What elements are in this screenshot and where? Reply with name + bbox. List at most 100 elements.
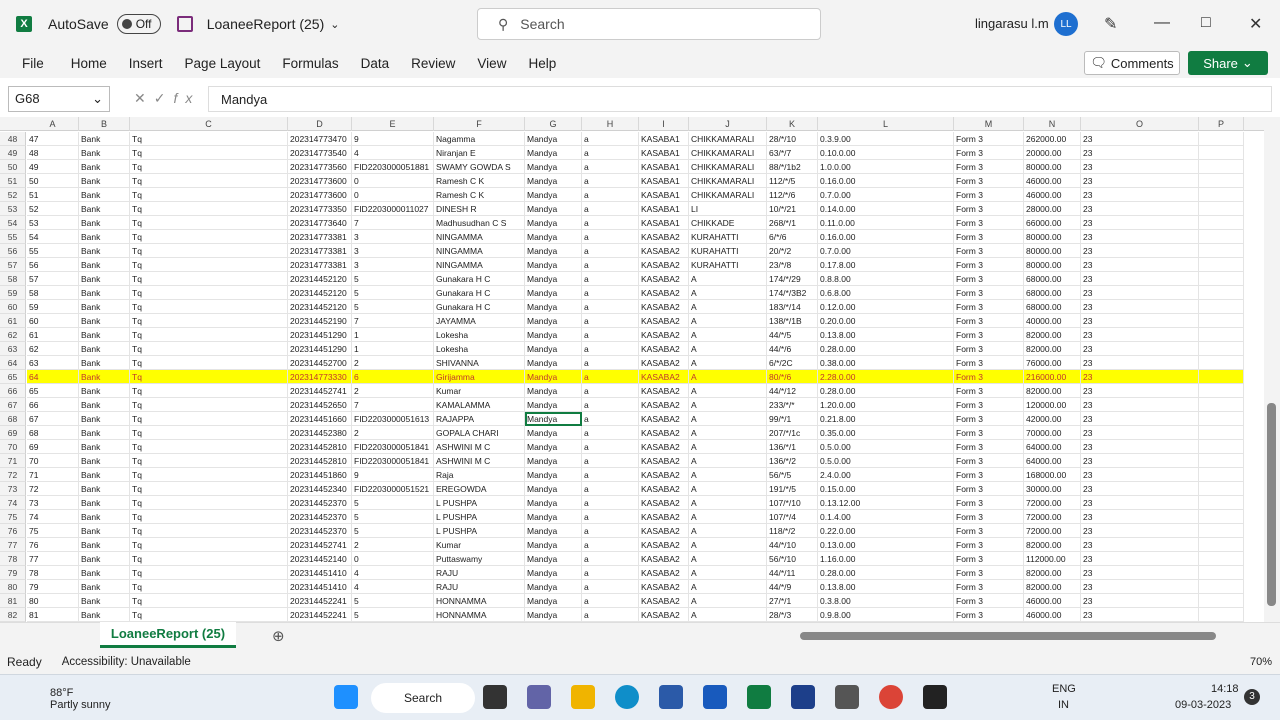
cell-n[interactable]: 72000.00 [1024,524,1081,538]
cell-p[interactable] [1199,440,1244,454]
cell-f[interactable]: NINGAMMA [434,244,525,258]
cell-i[interactable]: KASABA2 [639,356,689,370]
cell-f[interactable]: KAMALAMMA [434,398,525,412]
column-header-l[interactable]: L [818,117,954,131]
cell-h[interactable]: a [582,300,639,314]
cell-e[interactable]: 5 [352,524,434,538]
cell-d[interactable]: 202314451860 [288,468,352,482]
menu-file[interactable]: File [22,56,44,71]
cell-m[interactable]: Form 3 [954,482,1024,496]
cell-j[interactable]: A [689,412,767,426]
cell-d[interactable]: 202314452741 [288,538,352,552]
cell-l[interactable]: 0.17.8.00 [818,258,954,272]
cell-o[interactable]: 23 [1081,216,1199,230]
cell-h[interactable]: a [582,230,639,244]
cell-o[interactable]: 23 [1081,454,1199,468]
cell-d[interactable]: 202314452241 [288,594,352,608]
cell-f[interactable]: HONNAMMA [434,608,525,622]
cell-o[interactable]: 23 [1081,230,1199,244]
cell-f[interactable]: L PUSHPA [434,524,525,538]
cell-p[interactable] [1199,356,1244,370]
cell-c[interactable]: Tq [130,230,288,244]
cell-k[interactable]: 10/*/21 [767,202,818,216]
cell-n[interactable]: 64000.00 [1024,454,1081,468]
cell-e[interactable]: 0 [352,188,434,202]
cell-c[interactable]: Tq [130,468,288,482]
cell-h[interactable]: a [582,174,639,188]
cell-a[interactable]: 54 [27,230,79,244]
cell-b[interactable]: Bank [79,398,130,412]
cell-a[interactable]: 70 [27,454,79,468]
column-header-a[interactable]: A [27,117,79,131]
cell-g[interactable]: Mandya [525,370,582,384]
cell-l[interactable]: 1.16.0.00 [818,552,954,566]
cell-e[interactable]: 0 [352,174,434,188]
cell-k[interactable]: 20/*/2 [767,244,818,258]
row-header[interactable]: 70 [0,440,26,454]
cell-f[interactable]: Madhusudhan C S [434,216,525,230]
row-header[interactable]: 49 [0,146,26,160]
cell-i[interactable]: KASABA2 [639,314,689,328]
column-header-o[interactable]: O [1081,117,1199,131]
cell-l[interactable]: 0.7.0.00 [818,188,954,202]
cell-d[interactable]: 202314452380 [288,426,352,440]
cell-o[interactable]: 23 [1081,510,1199,524]
cell-i[interactable]: KASABA1 [639,146,689,160]
cell-c[interactable]: Tq [130,314,288,328]
cell-n[interactable]: 46000.00 [1024,608,1081,622]
cell-n[interactable]: 216000.00 [1024,370,1081,384]
row-header[interactable]: 75 [0,510,26,524]
cell-b[interactable]: Bank [79,552,130,566]
cell-o[interactable]: 23 [1081,342,1199,356]
cell-o[interactable]: 23 [1081,272,1199,286]
cell-b[interactable]: Bank [79,384,130,398]
cell-j[interactable]: A [689,286,767,300]
cell-a[interactable]: 60 [27,314,79,328]
cell-g[interactable]: Mandya [525,202,582,216]
cell-m[interactable]: Form 3 [954,566,1024,580]
cell-o[interactable]: 23 [1081,384,1199,398]
cell-l[interactable]: 0.13.0.00 [818,538,954,552]
cell-g[interactable]: Mandya [525,580,582,594]
cell-b[interactable]: Bank [79,314,130,328]
row-header[interactable]: 71 [0,454,26,468]
cell-d[interactable]: 202314452810 [288,454,352,468]
cell-m[interactable]: Form 3 [954,300,1024,314]
cell-h[interactable]: a [582,258,639,272]
comments-button[interactable]: 🗨 Comments [1084,51,1180,75]
cell-k[interactable]: 44/*/9 [767,580,818,594]
cell-o[interactable]: 23 [1081,608,1199,622]
cell-h[interactable]: a [582,538,639,552]
fx-icon[interactable]: ✕✓fx [134,90,200,107]
cell-l[interactable]: 0.28.0.00 [818,342,954,356]
cell-c[interactable]: Tq [130,482,288,496]
cell-o[interactable]: 23 [1081,566,1199,580]
cell-f[interactable]: RAJU [434,566,525,580]
cell-i[interactable]: KASABA1 [639,160,689,174]
cell-c[interactable]: Tq [130,216,288,230]
cell-l[interactable]: 0.3.9.00 [818,132,954,146]
cell-b[interactable]: Bank [79,160,130,174]
chevron-down-icon[interactable]: ⌄ [330,18,339,31]
cell-b[interactable]: Bank [79,566,130,580]
menu-review[interactable]: Review [411,56,455,71]
cell-o[interactable]: 23 [1081,132,1199,146]
cell-e[interactable]: 2 [352,538,434,552]
cell-b[interactable]: Bank [79,538,130,552]
cell-m[interactable]: Form 3 [954,174,1024,188]
cell-m[interactable]: Form 3 [954,342,1024,356]
cell-l[interactable]: 0.8.8.00 [818,272,954,286]
cell-d[interactable]: 202314773330 [288,370,352,384]
weather-desc[interactable]: Partly sunny [50,699,111,711]
cell-c[interactable]: Tq [130,580,288,594]
cell-h[interactable]: a [582,608,639,622]
cell-m[interactable]: Form 3 [954,524,1024,538]
cell-g[interactable]: Mandya [525,356,582,370]
row-header[interactable]: 77 [0,538,26,552]
cell-f[interactable]: SWAMY GOWDA S [434,160,525,174]
cell-j[interactable]: A [689,510,767,524]
cell-a[interactable]: 76 [27,538,79,552]
cell-m[interactable]: Form 3 [954,496,1024,510]
column-header-m[interactable]: M [954,117,1024,131]
cell-e[interactable]: 7 [352,216,434,230]
